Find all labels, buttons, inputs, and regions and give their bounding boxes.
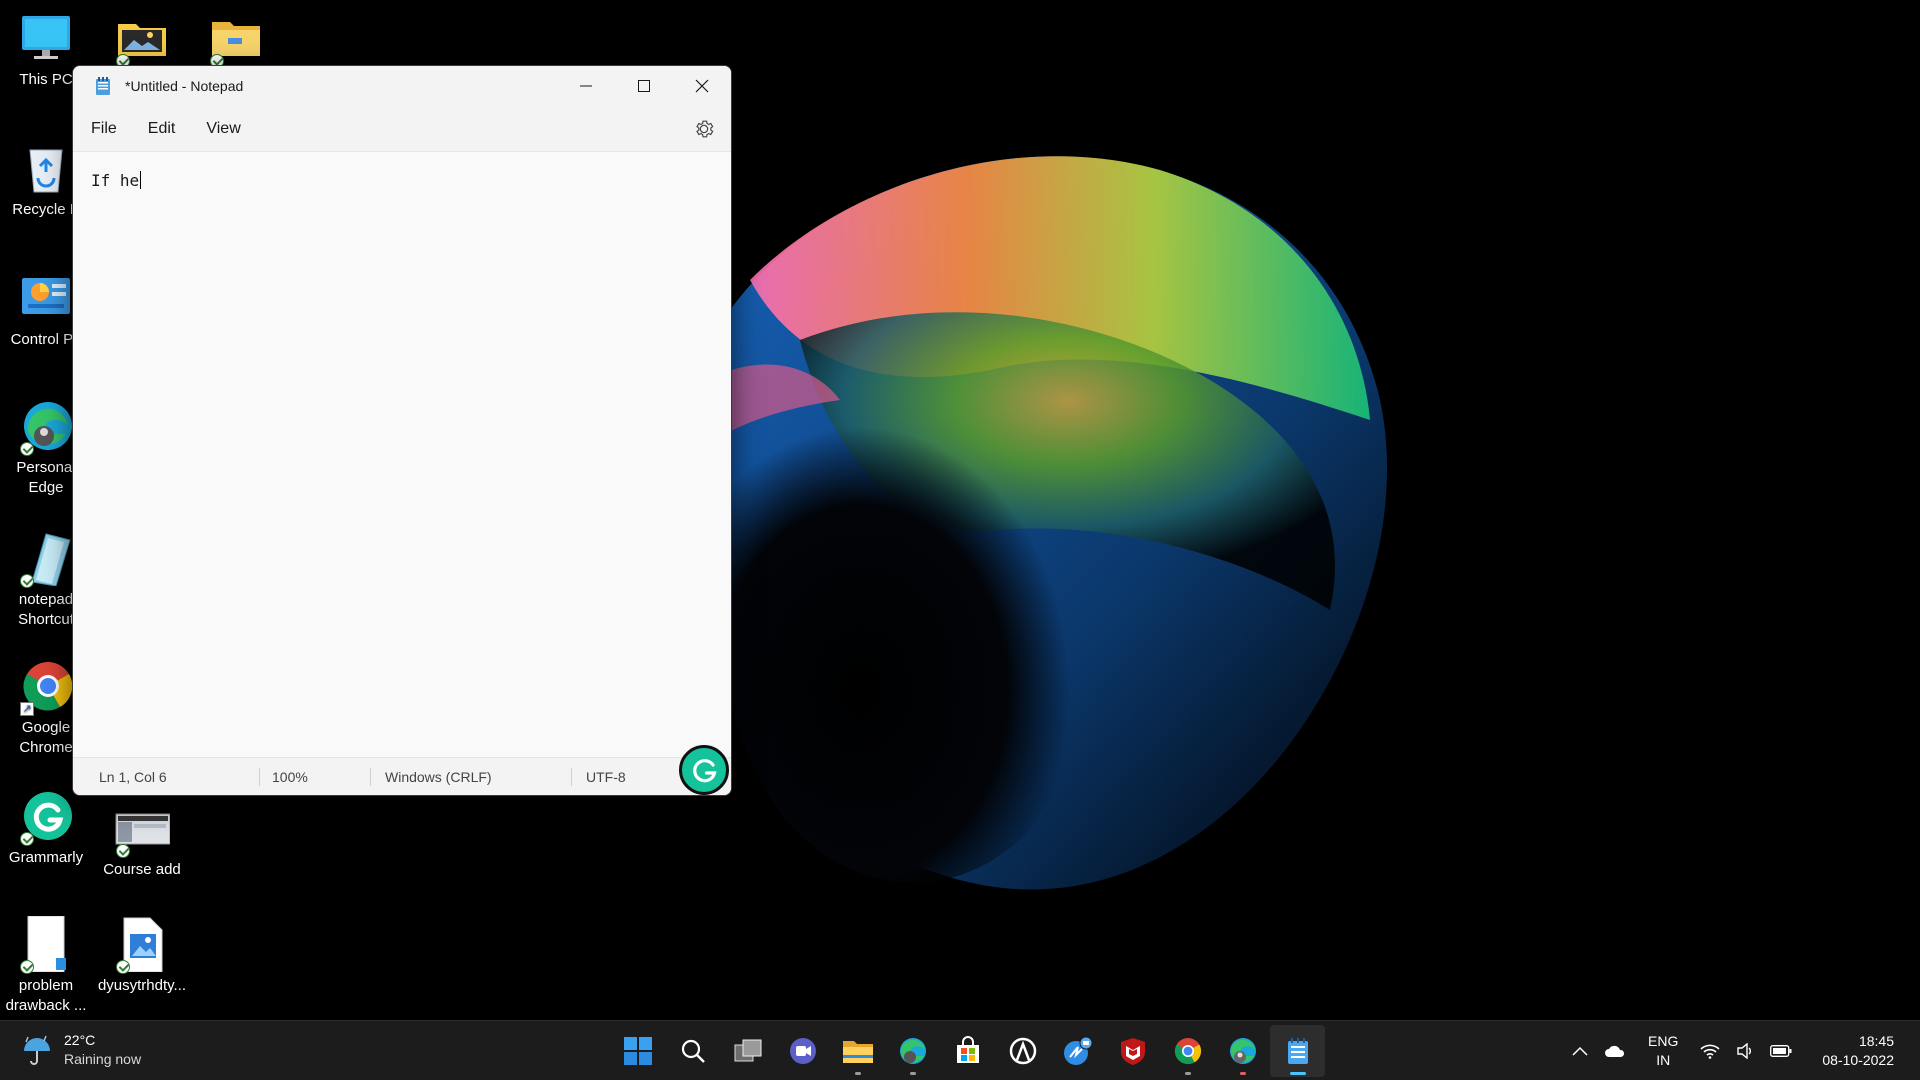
volume-status[interactable]	[1736, 1043, 1754, 1059]
menu-view[interactable]: View	[196, 114, 250, 144]
search-button[interactable]	[665, 1025, 720, 1077]
minimize-button[interactable]	[557, 66, 615, 106]
chat-button[interactable]	[775, 1025, 830, 1077]
clock-time: 18:45	[1858, 1033, 1894, 1049]
start-icon	[623, 1037, 652, 1065]
file-explorer-button[interactable]	[830, 1025, 885, 1077]
chrome-icon: ↗	[18, 658, 74, 716]
edge-dev-icon	[1229, 1038, 1256, 1064]
start-button[interactable]	[610, 1025, 665, 1077]
language-code: ENG	[1648, 1033, 1679, 1049]
mcafee-button[interactable]	[1105, 1025, 1160, 1077]
image-file-icon	[114, 916, 170, 974]
chevron-up-icon	[1572, 1046, 1588, 1056]
settings-button[interactable]	[693, 118, 715, 140]
text-editor[interactable]: If he	[73, 153, 731, 757]
store-icon	[956, 1036, 979, 1063]
menu-edit[interactable]: Edit	[138, 114, 186, 144]
weather-temperature: 22°C	[64, 1032, 96, 1048]
status-encoding: UTF-8	[586, 768, 626, 785]
chrome-icon	[1174, 1038, 1201, 1065]
edge-dev-button[interactable]	[1215, 1025, 1270, 1077]
desktop-icon-problem-drawback[interactable]: problem drawback ...	[0, 915, 92, 1016]
weather-widget[interactable]: 22°C Raining now	[20, 1031, 141, 1069]
cloud-icon	[1605, 1045, 1625, 1057]
edge-profile-button[interactable]	[885, 1025, 940, 1077]
desktop-icon-folder[interactable]	[190, 10, 282, 70]
onedrive-button[interactable]	[1604, 1044, 1626, 1058]
weather-condition: Raining now	[64, 1051, 142, 1067]
battery-icon	[1770, 1045, 1792, 1057]
app-icon	[1009, 1037, 1036, 1065]
clock[interactable]: 18:45 08-10-2022	[1822, 1032, 1894, 1070]
close-icon	[695, 79, 709, 93]
task-view-button[interactable]	[720, 1025, 775, 1077]
notepad-icon	[1287, 1038, 1308, 1064]
edge-icon	[18, 398, 74, 456]
speaker-icon	[1737, 1043, 1752, 1059]
computer-icon	[18, 10, 74, 66]
grammarly-icon	[18, 788, 74, 846]
wifi-icon	[1700, 1044, 1720, 1059]
taskbar-apps	[610, 1021, 1325, 1080]
clock-date: 08-10-2022	[1822, 1052, 1894, 1068]
chrome-button[interactable]	[1160, 1025, 1215, 1077]
store-button[interactable]	[940, 1025, 995, 1077]
maximize-icon	[638, 80, 650, 92]
desktop-icon-course-add[interactable]: Course add	[96, 800, 188, 880]
wallpaper-flower-art	[690, 156, 1388, 890]
menu-file[interactable]: File	[81, 114, 127, 144]
photos-folder-icon	[114, 10, 170, 68]
status-cursor-position: Ln 1, Col 6	[99, 768, 167, 785]
window-title: *Untitled - Notepad	[125, 78, 244, 94]
grammarly-widget-button[interactable]	[679, 745, 729, 795]
notepad-window[interactable]: *Untitled - Notepad File Edit View If he…	[72, 65, 732, 796]
mcafee-icon	[1120, 1038, 1145, 1065]
desktop-icon-image-file[interactable]: dyusytrhdty...	[96, 916, 188, 996]
control-panel-icon	[18, 270, 74, 326]
text-caret	[140, 171, 142, 189]
document-icon	[18, 915, 74, 974]
status-line-ending: Windows (CRLF)	[385, 768, 492, 785]
status-bar: Ln 1, Col 6 100% Windows (CRLF) UTF-8	[73, 757, 731, 795]
messenger-button[interactable]	[1050, 1025, 1105, 1077]
minimize-icon	[580, 85, 592, 87]
language-indicator[interactable]: ENG IN	[1648, 1032, 1678, 1070]
recycle-bin-icon	[18, 140, 74, 196]
region-code: IN	[1656, 1052, 1671, 1068]
status-zoom: 100%	[272, 768, 308, 785]
screenshot-file-icon	[114, 800, 171, 858]
edge-profile-icon	[899, 1038, 926, 1064]
gear-icon	[696, 120, 714, 138]
editor-content: If he	[91, 171, 140, 190]
rain-umbrella-icon	[20, 1033, 54, 1067]
notepad-shortcut-icon	[18, 530, 74, 588]
file-explorer-icon	[842, 1041, 873, 1063]
search-icon	[681, 1039, 705, 1063]
title-bar[interactable]: *Untitled - Notepad	[73, 66, 731, 106]
messenger-icon	[1063, 1036, 1092, 1065]
close-button[interactable]	[673, 66, 731, 106]
grammarly-icon	[693, 759, 717, 783]
menu-bar: File Edit View	[73, 106, 731, 152]
notepad-icon	[95, 77, 111, 95]
task-view-icon	[734, 1039, 761, 1062]
show-hidden-icons-button[interactable]	[1572, 1046, 1588, 1056]
folder-icon	[208, 10, 264, 68]
notepad-taskbar-button[interactable]	[1270, 1025, 1325, 1077]
taskbar: 22°C Raining now ENG IN 18:45 08-10-2022	[0, 1020, 1920, 1080]
system-tray: ENG IN 18:45 08-10-2022	[1564, 1021, 1920, 1080]
app-button[interactable]	[995, 1025, 1050, 1077]
maximize-button[interactable]	[615, 66, 673, 106]
desktop-icon-grammarly[interactable]: Grammarly	[0, 788, 92, 868]
chat-icon	[789, 1038, 816, 1064]
battery-status[interactable]	[1770, 1045, 1792, 1057]
desktop-icon-photos-folder[interactable]	[96, 10, 188, 70]
wifi-status[interactable]	[1700, 1043, 1720, 1059]
